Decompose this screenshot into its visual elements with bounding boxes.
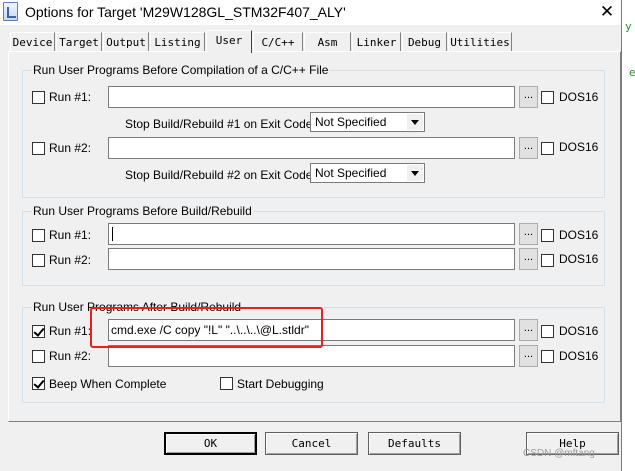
- before-build-run2-dos16-label: DOS16: [559, 252, 599, 266]
- after-build-run1-input[interactable]: cmd.exe /C copy "!L" "..\..\..\@L.stldr": [108, 319, 515, 341]
- stop-build-1-value: Not Specified: [315, 115, 387, 129]
- before-build-run1-dos16-checkbox[interactable]: [541, 229, 554, 242]
- before-compile-run2-checkbox[interactable]: [32, 142, 45, 155]
- tab-listing[interactable]: Listing: [150, 32, 205, 52]
- group-title: Run User Programs Before Compilation of …: [32, 63, 330, 77]
- after-build-run2-checkbox[interactable]: [32, 350, 45, 363]
- close-icon[interactable]: ✕: [596, 3, 618, 21]
- before-compile-run2-dos16-checkbox[interactable]: [541, 142, 554, 155]
- stop-build-1-label: Stop Build/Rebuild #1 on Exit Code:: [125, 117, 316, 131]
- stop-build-1-select[interactable]: Not Specified: [310, 112, 425, 132]
- group-title: Run User Programs After Build/Rebuild: [32, 300, 243, 314]
- before-compile-run1-dos16-label: DOS16: [559, 90, 599, 104]
- before-build-run2-dos16-checkbox[interactable]: [541, 254, 554, 267]
- tab-target[interactable]: Target: [56, 32, 102, 52]
- before-build-run1-checkbox[interactable]: [32, 229, 45, 242]
- after-build-run2-dos16-label: DOS16: [559, 349, 599, 363]
- after-build-run1-checkbox[interactable]: [32, 325, 45, 338]
- before-compile-run2-dos16-label: DOS16: [559, 140, 599, 154]
- before-build-run2-input[interactable]: [108, 248, 515, 270]
- tab-utilities[interactable]: Utilities: [448, 32, 512, 52]
- stop-build-2-select[interactable]: Not Specified: [310, 163, 425, 183]
- start-debugging-label: Start Debugging: [237, 377, 324, 391]
- after-build-run2-label: Run #2:: [49, 349, 92, 363]
- tab-device[interactable]: Device: [10, 32, 55, 52]
- beep-when-complete-checkbox[interactable]: [32, 377, 45, 390]
- chevron-down-icon: [407, 114, 423, 130]
- stop-build-2-value: Not Specified: [315, 166, 387, 180]
- chevron-down-icon: [407, 165, 423, 181]
- cancel-button[interactable]: Cancel: [265, 432, 358, 455]
- options-dialog: Options for Target 'M29W128GL_STM32F407_…: [0, 0, 622, 471]
- tab-output[interactable]: Output: [103, 32, 149, 52]
- defaults-button[interactable]: Defaults: [368, 432, 461, 455]
- before-compile-run1-checkbox[interactable]: [32, 91, 45, 104]
- before-build-run2-label: Run #2:: [49, 253, 92, 267]
- watermark-text: CSDN @mftang: [523, 448, 595, 459]
- start-debugging-checkbox[interactable]: [220, 377, 233, 390]
- tab-c-cpp[interactable]: C/C++: [253, 32, 303, 52]
- window-title: Options for Target 'M29W128GL_STM32F407_…: [25, 4, 346, 20]
- after-build-run2-browse-button[interactable]: ...: [519, 345, 538, 367]
- before-build-run1-browse-button[interactable]: ...: [519, 223, 538, 245]
- before-build-run1-input[interactable]: [108, 223, 515, 245]
- before-compile-run2-input[interactable]: [108, 137, 515, 159]
- tab-linker[interactable]: Linker: [352, 32, 401, 52]
- after-build-run1-label: Run #1:: [49, 324, 92, 338]
- before-compile-run1-input[interactable]: [108, 86, 515, 108]
- after-build-run1-dos16-label: DOS16: [559, 324, 599, 338]
- before-compile-run2-browse-button[interactable]: ...: [519, 137, 538, 159]
- after-build-run2-dos16-checkbox[interactable]: [541, 350, 554, 363]
- beep-when-complete-label: Beep When Complete: [49, 377, 167, 391]
- before-compile-run1-browse-button[interactable]: ...: [519, 86, 538, 108]
- tab-debug[interactable]: Debug: [402, 32, 447, 52]
- before-build-run2-checkbox[interactable]: [32, 254, 45, 267]
- before-compile-run2-label: Run #2:: [49, 141, 92, 155]
- background-editor-strip: y e: [621, 0, 635, 471]
- before-compile-run1-label: Run #1:: [49, 90, 92, 104]
- text-caret: [112, 227, 113, 241]
- after-build-run1-dos16-checkbox[interactable]: [541, 325, 554, 338]
- background-code-fragment: y: [625, 20, 632, 33]
- tab-bar: Device Target Output Listing User C/C++ …: [8, 30, 620, 53]
- stop-build-2-label: Stop Build/Rebuild #2 on Exit Code:: [125, 168, 316, 182]
- before-build-run1-dos16-label: DOS16: [559, 228, 599, 242]
- app-icon: [3, 2, 18, 21]
- group-title: Run User Programs Before Build/Rebuild: [32, 204, 253, 218]
- before-build-run1-label: Run #1:: [49, 228, 92, 242]
- tab-user[interactable]: User: [206, 30, 252, 53]
- title-bar: Options for Target 'M29W128GL_STM32F407_…: [0, 0, 621, 25]
- background-code-fragment: e: [629, 66, 635, 79]
- after-build-run1-browse-button[interactable]: ...: [519, 319, 538, 341]
- after-build-run2-input[interactable]: [108, 345, 515, 367]
- tab-asm[interactable]: Asm: [304, 32, 351, 52]
- before-compile-run1-dos16-checkbox[interactable]: [541, 91, 554, 104]
- ok-button[interactable]: OK: [164, 432, 257, 455]
- before-build-run2-browse-button[interactable]: ...: [519, 248, 538, 270]
